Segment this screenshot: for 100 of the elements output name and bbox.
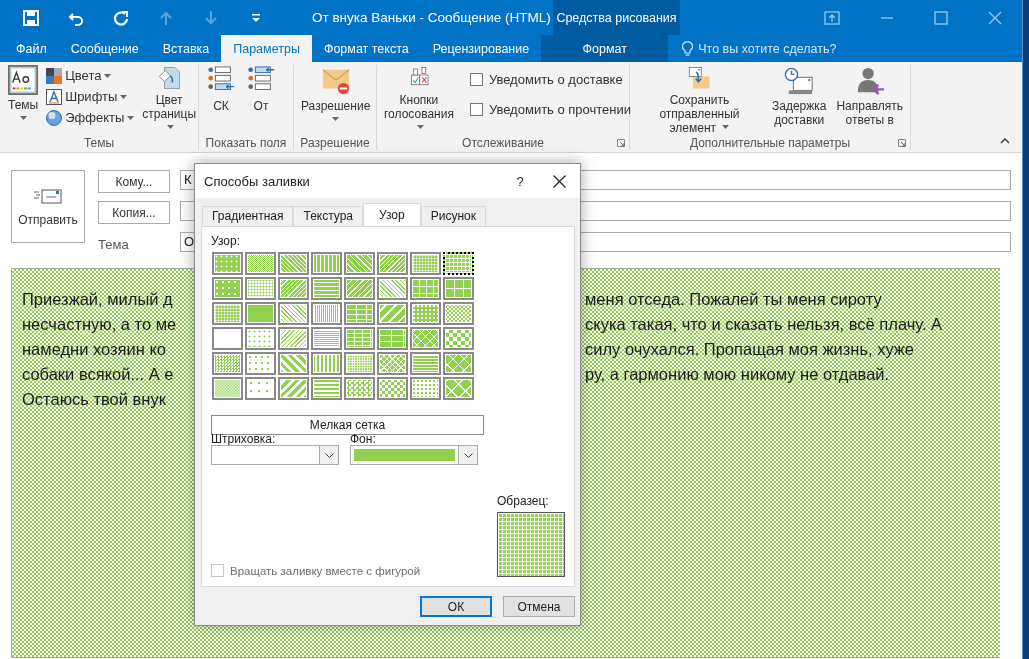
pattern-swatch[interactable] [212,252,243,275]
caret-icon [104,73,112,78]
maximize-icon[interactable] [934,10,948,25]
ribbon-button[interactable]: От [242,65,280,136]
pattern-swatch[interactable] [377,377,408,400]
help-button[interactable]: ? [505,173,535,189]
pattern-swatch[interactable] [344,277,375,300]
pattern-swatch[interactable] [443,327,474,350]
checkbox[interactable] [469,73,483,86]
pattern-swatch[interactable] [344,352,375,375]
pattern-swatch[interactable] [245,277,276,300]
pattern-swatch[interactable] [278,327,309,350]
pattern-swatch[interactable] [443,277,474,300]
pattern-swatch[interactable] [410,377,441,400]
pattern-swatch[interactable] [344,302,375,325]
ribbon-tab[interactable]: Формат текста [311,35,421,62]
ribbon-display-icon[interactable] [824,10,840,25]
dialog-launcher-icon[interactable] [617,139,625,147]
chevron-down-icon [463,452,473,458]
checkbox-label[interactable]: Уведомить о прочтении [488,102,632,117]
pattern-swatch[interactable] [212,302,243,325]
letter-a-icon [46,88,63,105]
ribbon-tab[interactable]: Рецензирование [420,35,542,62]
collapse-ribbon-icon[interactable] [1000,138,1010,144]
pattern-swatch[interactable] [212,352,243,375]
ribbon-button[interactable]: Темы [4,65,43,136]
pattern-swatch[interactable] [278,277,309,300]
dialog-tab[interactable]: Текстура [293,206,364,226]
pattern-swatch[interactable] [245,252,276,275]
pattern-swatch[interactable] [245,352,276,375]
dialog-launcher-icon[interactable] [898,139,906,147]
pattern-swatch[interactable] [377,277,408,300]
ribbon-tab[interactable]: Файл [4,35,59,62]
pattern-swatch[interactable] [377,252,408,275]
pattern-swatch[interactable] [344,252,375,275]
ribbon-tab[interactable]: Сообщение [58,35,151,62]
checkbox-label[interactable]: Уведомить о доставке [488,72,623,87]
pattern-swatch[interactable] [278,377,309,400]
ribbon-button[interactable]: Цвет страницы [138,65,200,136]
pattern-swatch[interactable] [410,327,441,350]
pattern-swatch[interactable] [410,252,441,275]
color-dropdown[interactable] [211,445,339,465]
color-squares-icon [46,67,63,84]
pattern-swatch[interactable] [311,252,342,275]
pattern-swatch[interactable] [311,277,342,300]
to-button[interactable]: Кому... [98,170,170,193]
pattern-swatch[interactable] [278,352,309,375]
pattern-swatch[interactable] [212,277,243,300]
pattern-swatch[interactable] [377,352,408,375]
pattern-swatch[interactable] [377,327,408,350]
pattern-swatch[interactable] [245,377,276,400]
pattern-swatch[interactable] [410,352,441,375]
pattern-swatch[interactable] [311,302,342,325]
ribbon-button[interactable]: Разрешение [297,65,375,136]
ribbon-tab[interactable]: Параметры [221,35,312,62]
ribbon-button[interactable]: Задержка доставки [767,65,831,136]
themes-icon [8,65,39,95]
pattern-swatch[interactable] [212,327,243,350]
dialog-tab[interactable]: Градиентная [202,206,294,226]
save-icon[interactable] [23,9,39,26]
dialog-tab[interactable]: Рисунок [420,206,486,226]
ribbon-button[interactable]: Сохранить отправленный элемент [633,65,766,136]
chevron-down-icon [324,452,334,458]
cc-button[interactable]: Копия... [98,201,170,224]
ribbon-button[interactable]: СК [202,65,240,136]
pattern-swatch[interactable] [443,352,474,375]
group-label: Отслеживание [461,136,545,150]
dialog-tab[interactable]: Узор [363,203,421,226]
pattern-swatch[interactable] [410,277,441,300]
send-button[interactable]: Отправить [11,170,85,243]
ok-button[interactable]: ОК [420,596,492,617]
pattern-swatch[interactable] [245,302,276,325]
pattern-swatch[interactable] [311,352,342,375]
pattern-swatch[interactable] [443,302,474,325]
ribbon-button[interactable]: Цвета [44,66,137,85]
tell-me-field[interactable]: Что вы хотите сделать? [698,41,837,56]
ribbon-tab[interactable]: Вставка [150,35,222,62]
ribbon-button[interactable]: Эффекты [44,108,137,127]
pattern-swatch[interactable] [311,377,342,400]
ribbon-button[interactable]: Направлять ответы в [832,65,907,136]
close-icon[interactable] [553,174,566,188]
ribbon-tab[interactable]: Формат [541,35,669,62]
pattern-swatch[interactable] [212,377,243,400]
pattern-swatch[interactable] [443,252,474,275]
hatching-label: Штриховка: [211,433,277,445]
cancel-button[interactable]: Отмена [503,596,575,617]
redo-icon[interactable] [113,9,129,26]
pattern-swatch[interactable] [377,302,408,325]
pattern-swatch[interactable] [311,327,342,350]
pattern-swatch[interactable] [344,377,375,400]
ribbon-button[interactable]: Шрифты [44,87,137,106]
pattern-swatch[interactable] [410,302,441,325]
pattern-swatch[interactable] [278,302,309,325]
pattern-swatch[interactable] [278,252,309,275]
pattern-swatch[interactable] [245,327,276,350]
pattern-swatch[interactable] [443,377,474,400]
ribbon-button[interactable]: Кнопки голосования [380,65,458,136]
color-dropdown[interactable] [350,445,478,465]
checkbox[interactable] [469,103,483,116]
pattern-swatch[interactable] [344,327,375,350]
